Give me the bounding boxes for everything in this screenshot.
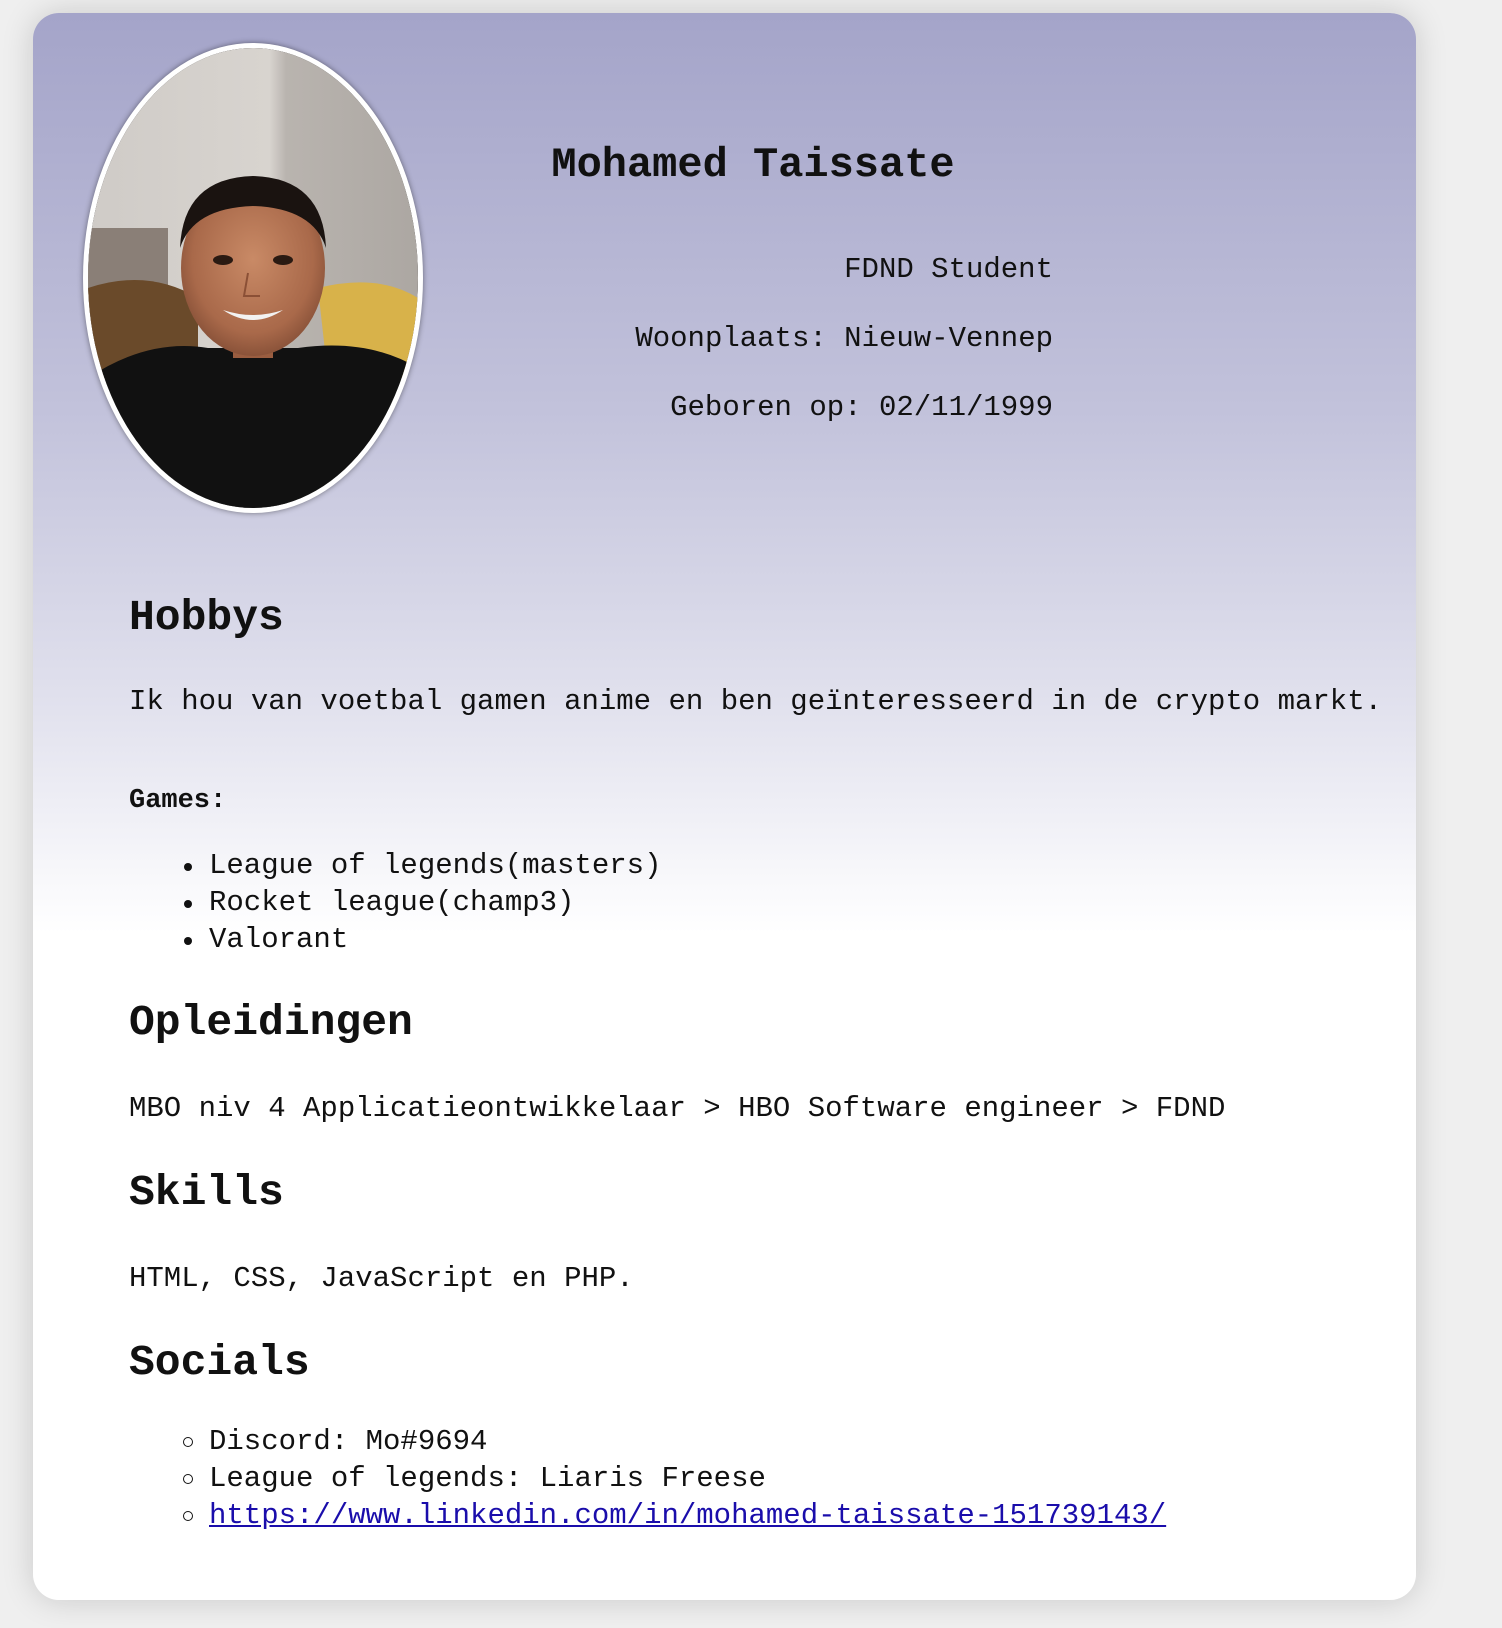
games-label: Games: <box>129 786 227 816</box>
profile-residence: Woonplaats: Nieuw-Vennep <box>635 322 1053 355</box>
linkedin-link[interactable]: https://www.linkedin.com/in/mohamed-tais… <box>209 1499 1166 1532</box>
profile-photo <box>83 43 423 513</box>
profile-birthdate: Geboren op: 02/11/1999 <box>670 391 1053 424</box>
list-item: Rocket league(champ3) <box>183 884 661 921</box>
list-item: League of legends(masters) <box>183 849 662 882</box>
list-item: Valorant <box>183 921 661 958</box>
education-text: MBO niv 4 Applicatieontwikkelaar > HBO S… <box>129 1092 1226 1125</box>
cv-card: Mohamed Taissate FDND Student Woonplaats… <box>33 13 1416 1600</box>
social-league: League of legends: Liaris Freese <box>182 1460 1166 1497</box>
profile-role: FDND Student <box>844 253 1053 286</box>
social-linkedin-item: https://www.linkedin.com/in/mohamed-tais… <box>182 1497 1166 1534</box>
games-list: League of legends(masters) Rocket league… <box>183 847 662 958</box>
social-discord: Discord: Mo#9694 <box>182 1423 1166 1460</box>
education-heading: Opleidingen <box>129 998 413 1047</box>
socials-list: Discord: Mo#9694 League of legends: Liar… <box>182 1423 1166 1534</box>
socials-heading: Socials <box>129 1338 310 1387</box>
hobbies-text: Ik hou van voetbal gamen anime en ben ge… <box>129 685 1383 718</box>
profile-photo-image <box>88 48 418 508</box>
profile-name: Mohamed Taissate <box>551 141 955 189</box>
skills-heading: Skills <box>129 1168 284 1217</box>
skills-text: HTML, CSS, JavaScript en PHP. <box>129 1262 634 1295</box>
hobbies-heading: Hobbys <box>129 593 284 642</box>
